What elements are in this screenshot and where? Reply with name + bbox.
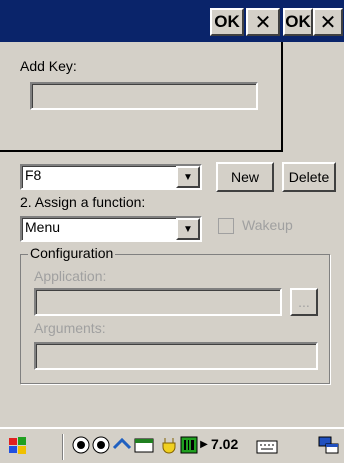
power-plug-icon[interactable] [160, 436, 178, 454]
close-icon: ✕ [319, 11, 337, 34]
configuration-group-label: Configuration [28, 245, 116, 261]
key-dropdown-value: F8 [25, 167, 42, 183]
arguments-field[interactable] [34, 342, 318, 370]
browse-button[interactable]: ... [290, 288, 318, 316]
close-button-background[interactable]: ✕ [313, 8, 343, 36]
network-icon[interactable] [92, 436, 110, 454]
wakeup-label: Wakeup [242, 217, 293, 233]
arguments-label: Arguments: [34, 320, 106, 336]
key-dropdown[interactable]: F8 ▼ [20, 164, 202, 190]
new-button[interactable]: New [216, 162, 274, 192]
dialog-close-button[interactable]: ✕ [246, 8, 280, 36]
keyboard-icon[interactable] [256, 436, 278, 454]
play-arrow-icon: ▶ [200, 439, 208, 450]
chevron-down-icon[interactable]: ▼ [176, 218, 200, 240]
add-key-label: Add Key: [20, 58, 77, 74]
add-key-dialog: OK ✕ Add Key: [0, 0, 283, 152]
connection-icon[interactable] [112, 436, 132, 454]
network-icon[interactable] [72, 436, 90, 454]
add-key-field[interactable] [30, 82, 258, 110]
delete-button[interactable]: Delete [282, 162, 336, 192]
function-dropdown[interactable]: Menu ▼ [20, 216, 202, 242]
wakeup-checkbox[interactable] [218, 218, 234, 234]
taskbar-divider [62, 434, 64, 460]
chevron-down-icon[interactable]: ▼ [176, 166, 200, 188]
function-dropdown-value: Menu [25, 219, 61, 235]
application-label: Application: [34, 268, 107, 284]
ok-button-background[interactable]: OK [283, 8, 313, 36]
close-icon: ✕ [254, 11, 272, 34]
start-flag-icon[interactable] [6, 435, 30, 459]
dialog-ok-button[interactable]: OK [210, 8, 244, 36]
assign-function-label: 2. Assign a function: [20, 194, 146, 210]
barcode-icon[interactable] [180, 436, 198, 454]
window-switch-icon[interactable] [318, 436, 340, 454]
battery-value: 7.02 [211, 436, 239, 452]
application-field[interactable] [34, 288, 282, 316]
keyboard-125-icon[interactable] [134, 436, 154, 454]
